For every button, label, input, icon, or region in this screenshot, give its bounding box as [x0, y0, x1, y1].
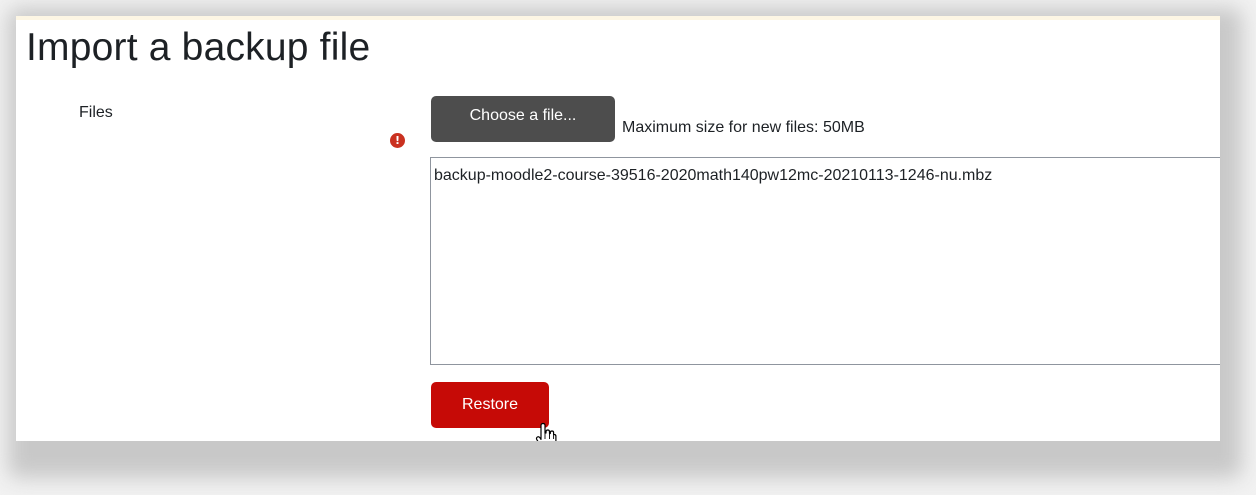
file-item[interactable]: backup-moodle2-course-39516-2020math140p… [434, 167, 992, 185]
hand-pointer-icon [535, 422, 557, 441]
exclamation-circle-icon: ! [390, 133, 405, 148]
page-card: Import a backup file Files ! Choose a fi… [16, 16, 1220, 441]
choose-file-button[interactable]: Choose a file... [431, 96, 615, 142]
files-label: Files [79, 104, 113, 121]
page-title: Import a backup file [26, 26, 371, 69]
restore-button[interactable]: Restore [431, 382, 549, 428]
file-drop-area[interactable]: backup-moodle2-course-39516-2020math140p… [430, 157, 1220, 365]
max-size-text: Maximum size for new files: 50MB [622, 119, 865, 136]
top-accent-bar [16, 16, 1220, 20]
